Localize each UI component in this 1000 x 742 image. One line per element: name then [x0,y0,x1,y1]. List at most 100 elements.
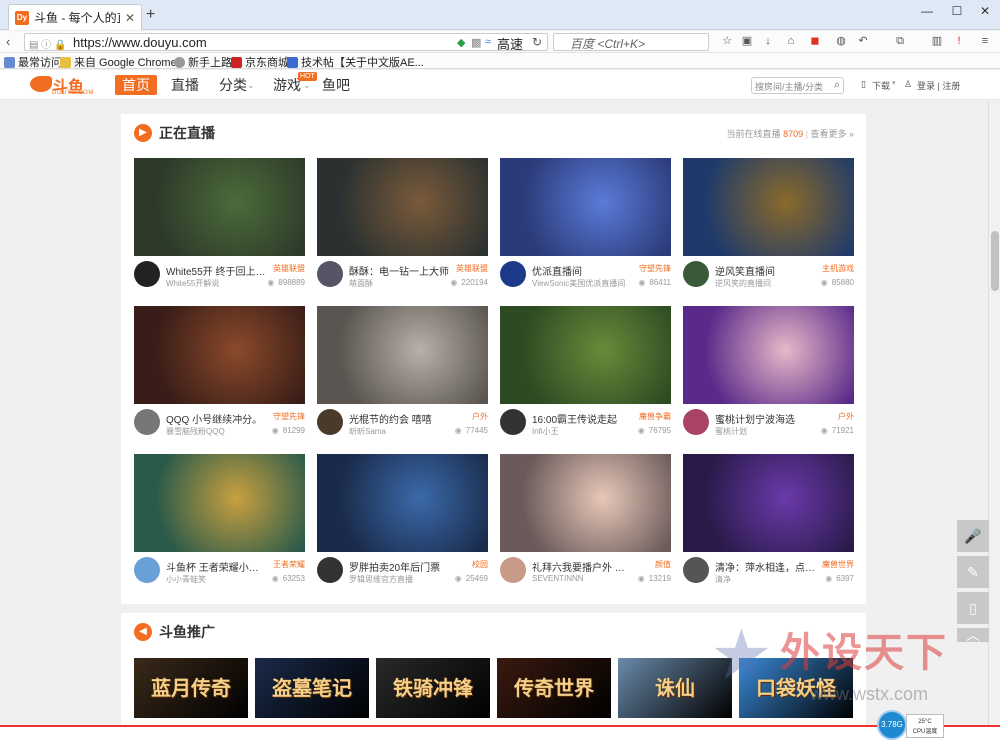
shield-icon[interactable]: ◆ [457,36,465,49]
stream-thumbnail[interactable] [500,158,671,256]
address-bar[interactable]: ▤ ⓘ 🔒 https://www.douyu.com ◆ ▩ ≈ 高速 [24,33,548,52]
microphone-icon[interactable]: 🎤 [957,520,989,552]
qr-icon[interactable]: ▩ [471,36,481,49]
live-card[interactable]: 礼拜六我要播户外 记得... 颜值 SEVENTINNN ◉ 13219 [500,454,671,592]
speed-icon[interactable]: ≈ [485,36,491,48]
stream-thumbnail[interactable] [317,454,488,552]
stream-thumbnail[interactable] [500,454,671,552]
star-icon[interactable]: ☆ [720,34,734,48]
bookmark-item[interactable]: 来自 Google Chrome [60,54,177,70]
stream-thumbnail[interactable] [317,158,488,256]
undo-icon[interactable]: ↶ [856,34,870,48]
live-card[interactable]: 罗胖拍卖20年后门票 校园 罗辑思维官方直播 ◉ 25469 [317,454,488,592]
close-window-icon[interactable]: ✕ [970,0,1000,22]
category-tag[interactable]: 魔兽世界 [822,559,854,570]
reader-icon[interactable]: ▣ [740,34,754,48]
avatar[interactable] [683,557,709,583]
live-card[interactable]: 酥酥：电一钻一上大师 英雄联盟 萌面酥 ◉ 220194 [317,158,488,296]
stream-title[interactable]: 蜜桃计划宁波海选 [715,411,817,426]
avatar[interactable] [317,261,343,287]
live-card[interactable]: 逆风笑直播间 主机游戏 逆风笑的直播间 ◉ 85880 [683,158,854,296]
stream-thumbnail[interactable] [683,454,854,552]
cpu-usage-badge[interactable]: 3.78G [877,710,907,740]
avatar[interactable] [134,557,160,583]
extension-icon[interactable]: ▥ [930,34,944,48]
stream-thumbnail[interactable] [317,306,488,404]
stream-title[interactable]: QQQ 小号继续冲分。 [166,411,268,426]
nav-games[interactable]: 游戏 [273,75,301,95]
promo-banner[interactable]: 诛仙 [618,658,732,718]
avatar[interactable] [683,261,709,287]
stream-thumbnail[interactable] [134,454,305,552]
alert-icon[interactable]: ! [952,34,966,48]
stream-title[interactable]: 酥酥：电一钻一上大师 [349,263,451,278]
category-tag[interactable]: 颜值 [655,559,671,570]
category-tag[interactable]: 户外 [472,411,488,422]
live-card[interactable]: 16:00霸王传说走起 魔兽争霸 Infi小王 ◉ 76795 [500,306,671,444]
view-more-link[interactable]: 查看更多 [810,129,846,139]
avatar[interactable] [500,557,526,583]
promo-banner[interactable]: 铁骑冲锋 [376,658,490,718]
stream-thumbnail[interactable] [683,158,854,256]
site-search-input[interactable]: 搜房间/主播/分类 ⌕ [751,77,844,94]
stream-title[interactable]: 优派直播间 [532,263,634,278]
category-tag[interactable]: 主机游戏 [822,263,854,274]
category-tag[interactable]: 守望先锋 [639,263,671,274]
nav-yuba[interactable]: 鱼吧 [322,75,350,95]
stream-title[interactable]: 16:00霸王传说走起 [532,411,634,426]
bookmark-item[interactable]: 新手上路 [174,54,232,70]
edit-icon[interactable]: ✎ [957,556,989,588]
promo-banner[interactable]: 传奇世界 [497,658,611,718]
download-icon[interactable]: ↓ [761,34,775,48]
category-tag[interactable]: 守望先锋 [273,411,305,422]
category-tag[interactable]: 英雄联盟 [456,263,488,274]
minimize-icon[interactable]: — [912,0,942,22]
promo-banner[interactable]: 蓝月传奇 [134,658,248,718]
download-link[interactable]: 下载 [872,79,890,92]
back-icon[interactable]: ‹ [6,33,10,51]
douyu-logo[interactable]: 斗鱼 DOUYU.COM [30,73,93,97]
stream-thumbnail[interactable] [683,306,854,404]
category-tag[interactable]: 户外 [838,411,854,422]
login-register-link[interactable]: 登录 | 注册 [917,79,960,92]
avatar[interactable] [500,261,526,287]
live-card[interactable]: 清净：萍水相逢，点个... 魔兽世界 清净 ◉ 6397 [683,454,854,592]
bookmark-item[interactable]: 京东商城 [231,54,289,70]
close-tab-icon[interactable]: ✕ [125,11,135,25]
home-icon[interactable]: ⌂ [784,34,798,48]
chevron-down-icon[interactable]: ⌄ [303,75,311,95]
avatar[interactable] [500,409,526,435]
avatar[interactable] [134,409,160,435]
stream-title[interactable]: 清净：萍水相逢，点个... [715,559,817,574]
stream-title[interactable]: 礼拜六我要播户外 记得... [532,559,634,574]
mobile-phone-icon[interactable]: ▯ [957,592,989,624]
chat-icon[interactable]: ◍ [834,34,848,48]
back-to-top-icon[interactable]: ︿ [957,628,989,642]
category-tag[interactable]: 英雄联盟 [273,263,305,274]
stream-title[interactable]: 罗胖拍卖20年后门票 [349,559,451,574]
avatar[interactable] [683,409,709,435]
addon-icon[interactable]: ◼ [808,34,822,48]
nav-category[interactable]: 分类 [219,75,247,95]
page-scrollbar[interactable] [988,101,1000,725]
stream-thumbnail[interactable] [500,306,671,404]
browser-tab[interactable]: Dy 斗鱼 - 每个人的直... ✕ [8,4,142,30]
avatar[interactable] [317,409,343,435]
search-icon[interactable]: ⌕ [834,79,840,92]
bookmark-item[interactable]: 技术帖【关于中文版AE... [287,54,424,70]
stream-thumbnail[interactable] [134,158,305,256]
live-card[interactable]: 优派直播间 守望先锋 ViewSonic美国优派直播间 ◉ 86411 [500,158,671,296]
avatar[interactable] [134,261,160,287]
live-card[interactable]: 光棍节的约会 嘻嘻 户外 昕昕Sama ◉ 77445 [317,306,488,444]
stream-title[interactable]: White55开 终于回上海... [166,263,268,278]
avatar[interactable] [317,557,343,583]
stream-title[interactable]: 光棍节的约会 嘻嘻 [349,411,451,426]
menu-icon[interactable]: ≡ [978,34,992,48]
chevron-down-icon[interactable]: ⌄ [247,75,255,95]
refresh-icon[interactable]: ↻ [532,33,542,51]
nav-live[interactable]: 直播 [171,75,199,95]
promo-banner[interactable]: 盗墓笔记 [255,658,369,718]
stream-title[interactable]: 逆风笑直播间 [715,263,817,278]
stream-title[interactable]: 斗鱼杯 王者荣耀小组赛... [166,559,268,574]
crop-icon[interactable]: ⧉ [893,34,907,48]
